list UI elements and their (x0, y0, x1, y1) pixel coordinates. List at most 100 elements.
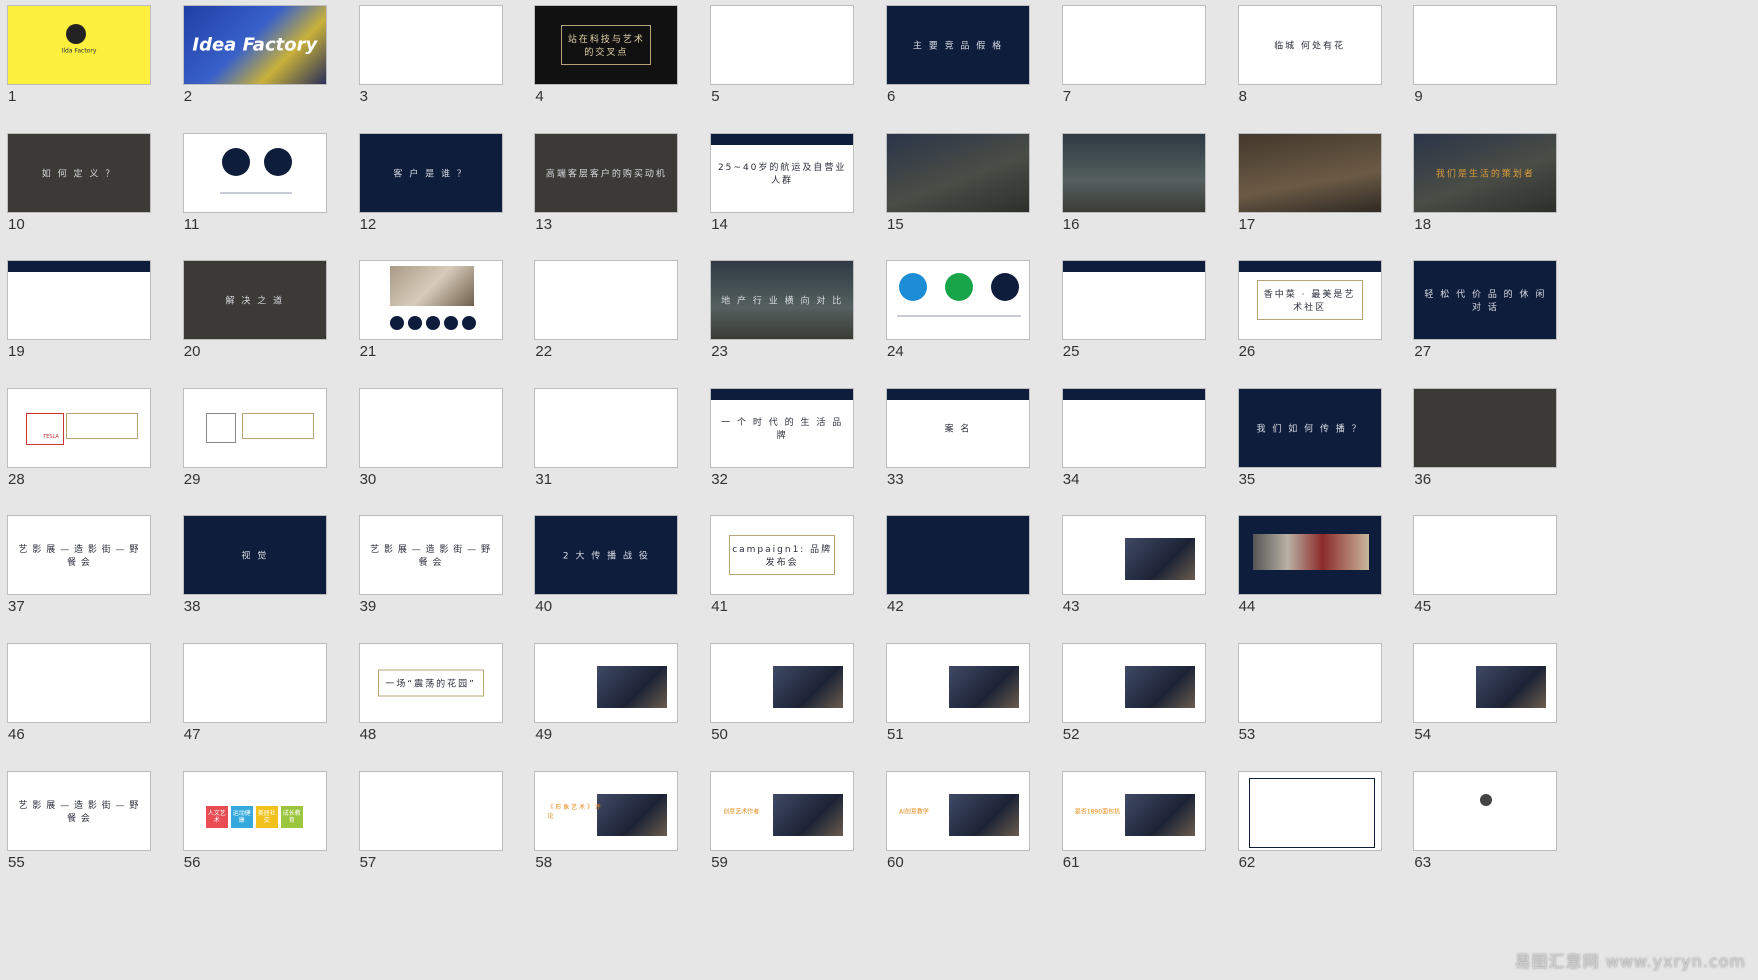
photo-image (597, 666, 668, 708)
slide-header-bar (1238, 261, 1381, 273)
slide-thumbnail-42[interactable] (886, 515, 1030, 596)
photo-image (1252, 534, 1369, 571)
slide-thumbnail-30[interactable] (358, 387, 503, 468)
slide-thumbnail-57[interactable] (358, 770, 503, 851)
slide-number: 60 (887, 853, 904, 871)
slide-thumbnail-47[interactable] (182, 643, 327, 723)
slide-thumbnail-48[interactable]: 一场“震荡的花园” (358, 643, 503, 723)
circle-icon (389, 316, 404, 331)
slide-number: 17 (1238, 215, 1256, 233)
slide-thumbnail-35[interactable]: 我 们 如 何 传 播 ？ (1237, 387, 1382, 468)
slide-thumbnail-9[interactable] (1413, 5, 1558, 85)
slide-thumbnail-38[interactable]: 视 觉 (182, 515, 327, 596)
slide-thumbnail-62[interactable] (1237, 770, 1382, 851)
slide-thumbnail-53[interactable] (1237, 643, 1382, 723)
slide-number: 2 (183, 88, 193, 105)
slide-title: 我们是生活的策划者 (1435, 169, 1535, 180)
slide-thumbnail-37[interactable]: 艺 影 展 — 造 影 街 — 野 餐 会 (7, 515, 151, 596)
slide-thumbnail-13[interactable]: 高端客层客户的购买动机 (534, 132, 679, 213)
slide-thumbnail-32[interactable]: 一 个 时 代 的 生 活 品 牌 (710, 387, 855, 468)
slide-title: Idea Factory (192, 34, 318, 56)
slide-thumbnail-19[interactable] (7, 260, 151, 341)
slide-thumbnail-29[interactable] (182, 387, 327, 468)
slide-thumbnail-39[interactable]: 艺 影 展 — 造 影 街 — 野 餐 会 (358, 515, 503, 596)
slide-thumbnail-22[interactable] (534, 260, 679, 341)
slide-thumbnail-5[interactable] (710, 5, 855, 85)
photo-image (1476, 666, 1547, 708)
slide-thumbnail-15[interactable] (886, 132, 1030, 213)
slide-thumbnail-28[interactable]: TESLA (7, 387, 151, 468)
slide-number: 63 (1414, 853, 1432, 871)
slide-thumbnail-59[interactable]: 创意艺术作者 (710, 770, 855, 851)
slide-thumbnail-61[interactable]: 是否1890面包机 (1061, 770, 1206, 851)
slide-thumbnail-11[interactable] (182, 132, 327, 213)
slide-number: 39 (359, 598, 377, 616)
slide-thumbnail-45[interactable] (1413, 515, 1558, 596)
slide-thumbnail-17[interactable] (1237, 132, 1382, 213)
slide-thumbnail-33[interactable]: 案 名 (886, 387, 1030, 468)
slide-thumbnail-1[interactable]: Ilda Factory (7, 5, 151, 85)
text-box (241, 412, 314, 439)
brand-logo-icon (991, 273, 1019, 302)
slide-thumbnail-34[interactable] (1061, 387, 1206, 468)
slide-thumbnail-16[interactable] (1061, 132, 1206, 213)
slide-number: 55 (8, 853, 25, 871)
slide-thumbnail-4[interactable]: 站在科技与艺术的交叉点 (534, 5, 679, 85)
slide-thumbnail-51[interactable] (886, 643, 1030, 723)
slide-number: 53 (1238, 726, 1256, 743)
table-block (1248, 777, 1375, 848)
slide-thumbnail-6[interactable]: 主 要 竞 品 假 格 (886, 5, 1030, 85)
slide-number: 35 (1238, 470, 1256, 488)
slide-thumbnail-23[interactable]: 地 产 行 业 横 向 对 比 (710, 260, 855, 341)
slide-thumbnail-46[interactable] (7, 643, 151, 723)
slide-thumbnail-54[interactable] (1413, 643, 1558, 723)
slide-thumbnail-41[interactable]: campaign1: 品牌发布会 (710, 515, 855, 596)
slide-number: 40 (535, 598, 553, 616)
photo-image (1124, 666, 1195, 708)
slide-thumbnail-3[interactable] (358, 5, 503, 85)
slide-thumbnail-20[interactable]: 解 决 之 道 (182, 260, 327, 341)
slide-thumbnail-26[interactable]: 香中菜 · 最美是艺术社区 (1237, 260, 1382, 341)
category-tile: 运动健康 (230, 805, 253, 828)
slide-thumbnail-24[interactable] (886, 260, 1030, 341)
slide-thumbnail-50[interactable] (710, 643, 855, 723)
slide-thumbnail-31[interactable] (534, 387, 679, 468)
slide-number: 47 (183, 726, 201, 743)
slide-thumbnail-58[interactable]: 《 形 象 艺 术 》 评 论 (534, 770, 679, 851)
slide-number: 14 (711, 215, 728, 233)
slide-title: 临城 何处有花 (1274, 41, 1346, 52)
category-tile: 美居社交 (255, 805, 278, 828)
slide-number: 10 (8, 215, 25, 233)
slide-number: 54 (1414, 726, 1432, 743)
slide-thumbnail-21[interactable] (358, 260, 503, 341)
slide-number: 21 (359, 343, 377, 361)
slide-thumbnail-18[interactable]: 我们是生活的策划者 (1413, 132, 1558, 213)
slide-number: 25 (1062, 343, 1080, 361)
slide-number: 8 (1238, 88, 1247, 105)
slide-thumbnail-8[interactable]: 临城 何处有花 (1237, 5, 1382, 85)
slide-title: 一 个 时 代 的 生 活 品 牌 (721, 417, 844, 441)
slide-thumbnail-49[interactable] (534, 643, 679, 723)
slide-thumbnail-60[interactable]: AI创意教学 (886, 770, 1030, 851)
slide-thumbnail-12[interactable]: 客 户 是 谁 ？ (358, 132, 503, 213)
slide-thumbnail-63[interactable] (1413, 770, 1558, 851)
slide-thumbnail-52[interactable] (1061, 643, 1206, 723)
slide-thumbnail-55[interactable]: 艺 影 展 — 造 影 街 — 野 餐 会 (7, 770, 151, 851)
slide-number: 42 (887, 598, 904, 616)
slide-thumbnail-44[interactable] (1237, 515, 1382, 596)
brand-logo-icon (945, 273, 973, 302)
text-line (219, 191, 292, 194)
slide-thumbnail-27[interactable]: 轻 松 代 价 品 的 休 闲 对 话 (1413, 260, 1558, 341)
slide-thumbnail-14[interactable]: 25~40岁的航运及自营业人群 (710, 132, 855, 213)
slide-thumbnail-7[interactable] (1061, 5, 1206, 85)
slide-thumbnail-40[interactable]: 2 大 传 播 战 役 (534, 515, 679, 596)
slide-thumbnail-36[interactable] (1413, 387, 1558, 468)
slide-thumbnail-56[interactable]: 人文艺术 运动健康 美居社交 成长教育 (182, 770, 327, 851)
slide-thumbnail-43[interactable] (1061, 515, 1206, 596)
slide-thumbnail-2[interactable]: Idea Factory (182, 5, 327, 85)
photo-image (773, 666, 844, 708)
slide-title: 我 们 如 何 传 播 ？ (1256, 424, 1363, 435)
slide-thumbnail-10[interactable]: 如 何 定 义 ？ (7, 132, 151, 213)
slide-thumbnail-25[interactable] (1061, 260, 1206, 341)
slide-header-bar (887, 388, 1029, 400)
